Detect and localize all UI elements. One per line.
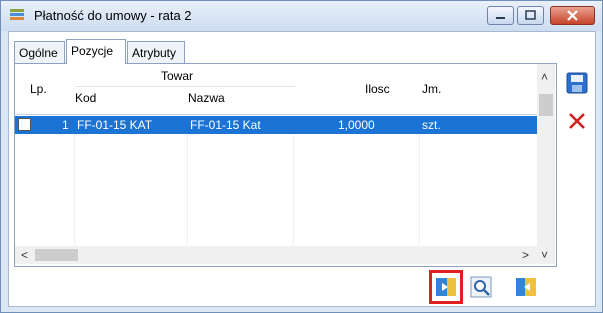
cell-jm: szt. <box>422 118 441 132</box>
tab-ogolne[interactable]: Ogólne <box>14 41 65 63</box>
row-checkbox[interactable] <box>18 118 31 131</box>
header-divider <box>75 86 295 87</box>
scroll-left-icon[interactable]: < <box>21 248 28 262</box>
grid-header: Lp. Towar Kod Nazwa Ilosc Jm. <box>15 64 537 115</box>
cell-nazwa: FF-01-15 Kat <box>190 118 261 132</box>
header-jm[interactable]: Jm. <box>422 82 441 96</box>
header-kod[interactable]: Kod <box>75 91 96 105</box>
header-lp[interactable]: Lp. <box>30 82 47 96</box>
import-icon[interactable] <box>514 275 538 299</box>
maximize-icon <box>525 10 536 20</box>
app-icon <box>10 9 24 20</box>
cell-ilosc: 1,0000 <box>338 118 375 132</box>
minimize-icon <box>496 17 505 19</box>
export-icon[interactable] <box>429 270 463 304</box>
items-grid: Lp. Towar Kod Nazwa Ilosc Jm. 1 FF-01-15… <box>14 63 557 267</box>
vertical-scroll-thumb[interactable] <box>539 94 553 116</box>
search-icon[interactable] <box>470 275 494 299</box>
vertical-scrollbar[interactable]: ˄ ˅ <box>537 64 555 264</box>
header-nazwa[interactable]: Nazwa <box>188 91 225 105</box>
column-divider <box>419 115 420 245</box>
scroll-right-icon[interactable]: > <box>522 248 529 262</box>
delete-icon[interactable] <box>566 110 588 132</box>
tab-pozycje[interactable]: Pozycje <box>66 39 126 64</box>
tab-atrybuty[interactable]: Atrybuty <box>127 41 185 63</box>
window-title: Płatność do umowy - rata 2 <box>34 8 192 23</box>
header-ilosc[interactable]: Ilosc <box>365 82 390 96</box>
cell-kod: FF-01-15 KAT <box>77 118 153 132</box>
maximize-button[interactable] <box>517 6 544 25</box>
scroll-up-icon[interactable]: ˄ <box>541 70 548 84</box>
horizontal-scroll-thumb[interactable] <box>35 249 78 261</box>
window: Płatność do umowy - rata 2 Ogólne Pozycj… <box>0 0 603 313</box>
cell-lp: 1 <box>62 118 69 132</box>
scroll-down-icon[interactable]: ˅ <box>541 248 548 262</box>
client-area: Ogólne Pozycje Atrybuty Lp. Towar Kod Na… <box>8 31 596 307</box>
save-icon[interactable] <box>566 72 588 94</box>
table-row[interactable]: 1 FF-01-15 KAT FF-01-15 Kat 1,0000 szt. <box>15 116 537 134</box>
close-icon <box>567 10 578 21</box>
close-button[interactable] <box>550 6 595 25</box>
header-towar: Towar <box>161 69 194 83</box>
titlebar: Płatność do umowy - rata 2 <box>1 1 602 31</box>
column-divider <box>187 115 188 245</box>
column-divider <box>74 115 75 245</box>
horizontal-scrollbar[interactable]: < > <box>15 246 537 264</box>
column-divider <box>293 115 294 245</box>
minimize-button[interactable] <box>487 6 514 25</box>
